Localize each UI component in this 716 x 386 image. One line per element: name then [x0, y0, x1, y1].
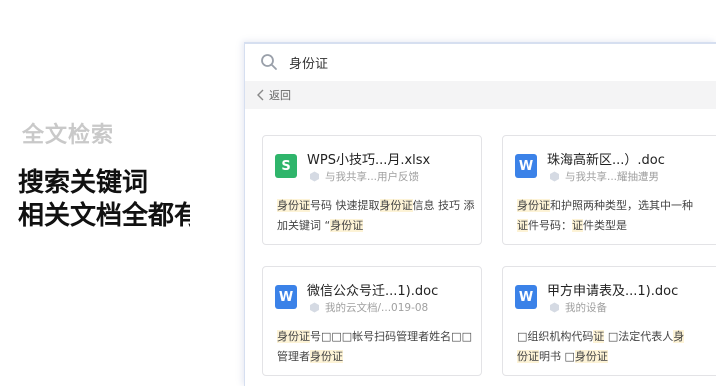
result-card[interactable]: W 珠海高新区...）.doc 与我共享...耀抽遭男 身份证和护照两种类型，选… [502, 135, 716, 245]
promo-subtitle: 全文检索 [22, 123, 115, 148]
cloud-folder-icon [310, 302, 319, 313]
keyword-highlight: 身份证 [277, 199, 310, 212]
keyword-highlight: 证 [517, 219, 528, 232]
result-card[interactable]: W 微信公众号迁...1).doc 我的云文档/...019-08 身份证号□□… [262, 266, 482, 376]
result-snippet: 身份证号码 快速提取身份证信息 技巧 添加关键词 “身份证 [277, 196, 477, 236]
snippet-text: □法定代表人 [604, 330, 674, 343]
shared-folder-icon [550, 171, 559, 182]
promo-headline-line2: 相关文档全都有 [18, 201, 190, 231]
result-snippet: 身份证号□□□帐号扫码管理者姓名□□管理者身份证 [277, 327, 477, 367]
back-button[interactable]: 返回 [269, 87, 291, 103]
search-icon [261, 54, 277, 70]
snippet-text: 号码 快速提取 [310, 199, 380, 212]
file-location-text: 我的设备 [565, 302, 607, 314]
file-name: 微信公众号迁...1).doc [307, 284, 439, 299]
stage: 全文检索 搜索关键词 相关文档全都有 返回 S WPS小技巧...月.xlsx … [0, 0, 716, 386]
result-snippet: 身份证和护照两种类型，选其中一种 证件号码：证件类型是 [517, 196, 707, 236]
file-location: 与我共享...耀抽遭男 [549, 169, 659, 184]
shared-folder-icon [310, 171, 319, 182]
promo-headline-line1: 搜索关键词 [18, 168, 149, 198]
file-name: WPS小技巧...月.xlsx [307, 153, 431, 168]
file-location-text: 我的云文档/...019-08 [325, 302, 429, 314]
snippet-text: □组织机构代码 [517, 330, 594, 343]
keyword-highlight: 证 [572, 219, 583, 232]
snippet-text: 件号码： [528, 219, 572, 232]
file-location-text: 与我共享...耀抽遭男 [565, 171, 660, 183]
keyword-highlight: 身份证 [277, 330, 310, 343]
file-name: 甲方申请表及...1).doc [547, 284, 679, 299]
word-file-icon: W [275, 285, 297, 309]
file-location: 与我共享...用户反馈 [309, 169, 419, 184]
snippet-text: 和护照两种类型，选其中一种 [550, 199, 693, 212]
file-name: 珠海高新区...）.doc [547, 153, 665, 168]
keyword-highlight: 证 [593, 330, 605, 343]
result-card[interactable]: W 甲方申请表及...1).doc 我的设备 □组织机构代码证 □法定代表人身份… [502, 266, 716, 376]
file-location: 我的设备 [549, 300, 607, 315]
search-bar [245, 44, 716, 80]
result-snippet: □组织机构代码证 □法定代表人身份证明书 □身份证 [517, 327, 692, 367]
keyword-highlight: 身份证 [517, 199, 550, 212]
spreadsheet-file-icon: S [275, 154, 297, 178]
file-location: 我的云文档/...019-08 [309, 300, 428, 315]
keyword-highlight: 身份证 [330, 219, 364, 232]
device-icon [550, 302, 559, 313]
keyword-highlight: 身份证 [310, 350, 343, 363]
file-location-text: 与我共享...用户反馈 [325, 171, 420, 183]
back-bar: 返回 [245, 81, 716, 109]
search-window: 返回 S WPS小技巧...月.xlsx 与我共享...用户反馈 身份证号码 快… [244, 42, 716, 386]
keyword-highlight: 身份证 [574, 350, 608, 363]
result-card[interactable]: S WPS小技巧...月.xlsx 与我共享...用户反馈 身份证号码 快速提取… [262, 135, 482, 245]
word-file-icon: W [515, 154, 537, 178]
search-input[interactable] [289, 51, 589, 73]
keyword-highlight: 身份证 [379, 199, 413, 212]
snippet-text: 件类型是 [583, 219, 627, 232]
chevron-left-icon[interactable] [256, 89, 266, 101]
word-file-icon: W [515, 285, 537, 309]
snippet-text: 明书 □ [539, 350, 575, 363]
